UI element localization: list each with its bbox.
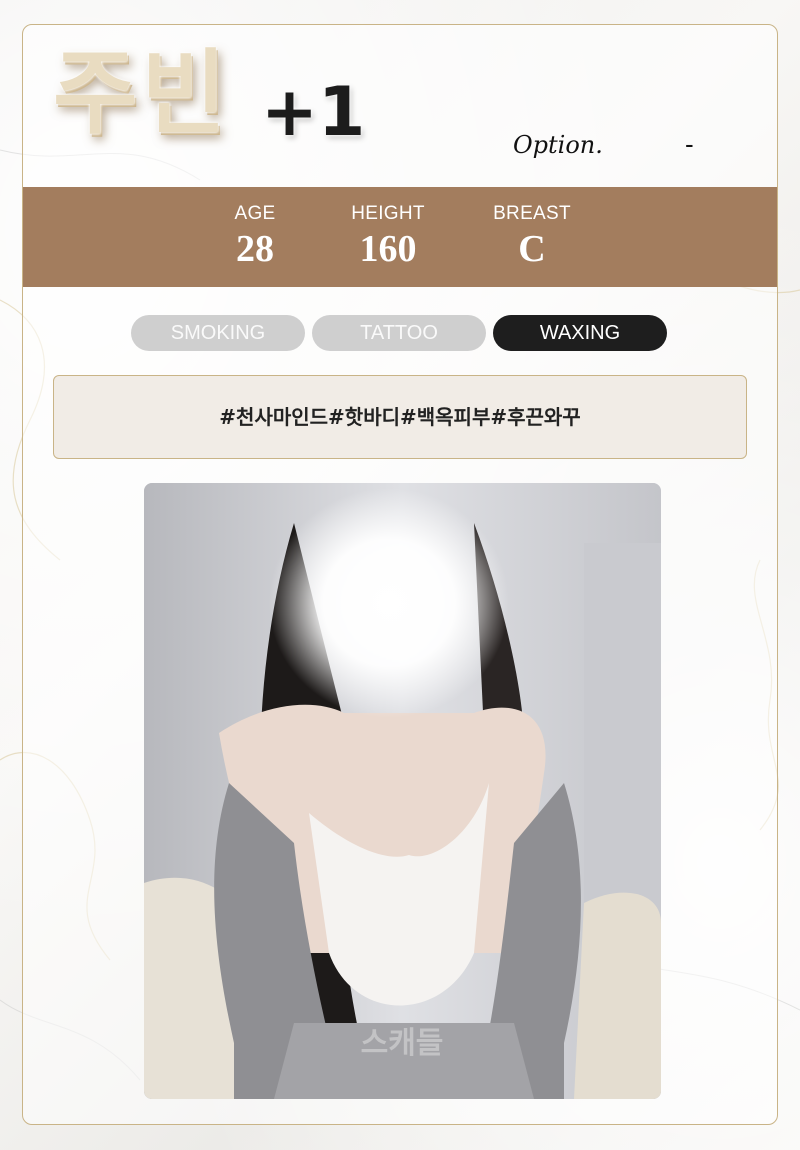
stat-breast-label: BREAST (493, 203, 571, 224)
badge-tattoo: TATTOO (312, 315, 486, 351)
stat-breast: BREAST C (477, 187, 587, 271)
profile-card: 주빈 +1 Option. - AGE 28 HEIGHT 160 BREAST… (22, 24, 778, 1125)
badge-smoking: SMOKING (131, 315, 305, 351)
stat-age-label: AGE (234, 203, 276, 224)
stat-height: HEIGHT 160 (328, 187, 448, 271)
stat-breast-value: C (518, 228, 546, 270)
badge-waxing: WAXING (493, 315, 667, 351)
watermark-text: 스캐들 (361, 1026, 444, 1061)
profile-name: 주빈 (53, 40, 231, 147)
option-label: Option. (513, 131, 603, 159)
stat-height-label: HEIGHT (351, 203, 425, 224)
hashtag-box: #천사마인드#핫바디#백옥피부#후끈와꾸 (53, 375, 747, 459)
option-value: - (685, 129, 694, 159)
profile-plus-badge: +1 (261, 73, 366, 152)
stat-height-value: 160 (359, 228, 417, 270)
stat-age: AGE 28 (205, 187, 305, 271)
stat-age-value: 28 (236, 228, 274, 270)
stats-band: AGE 28 HEIGHT 160 BREAST C (23, 187, 777, 287)
profile-photo: 스캐들 (144, 483, 661, 1099)
